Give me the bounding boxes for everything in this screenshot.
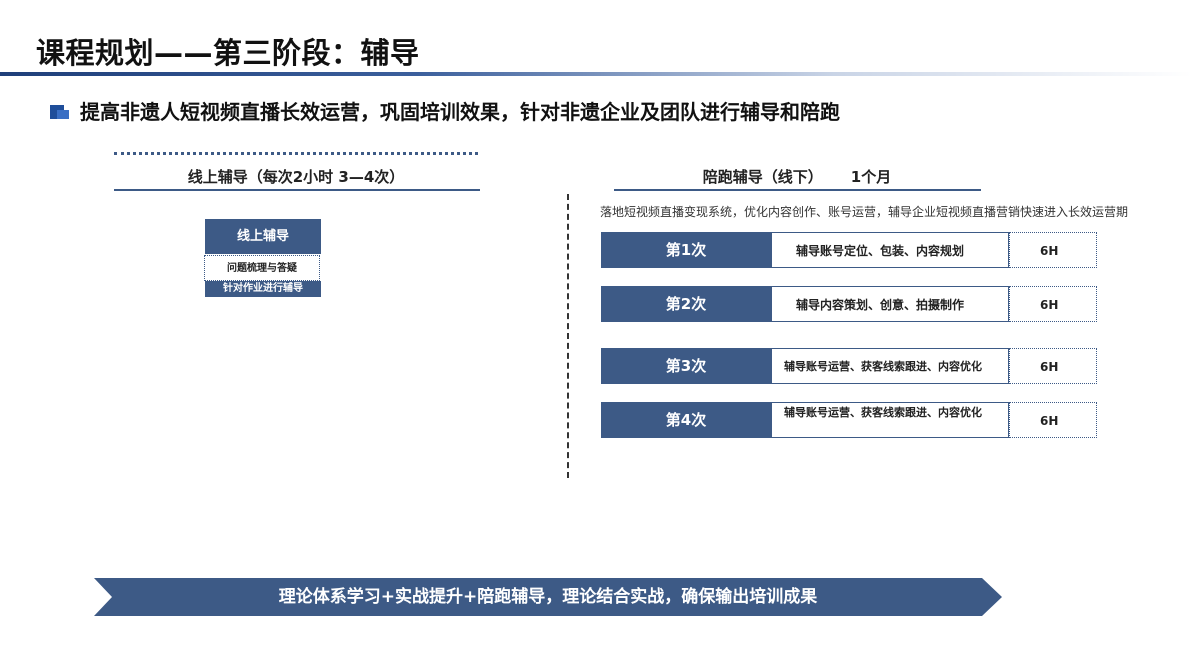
online-coaching-item: 针对作业进行辅导 xyxy=(205,281,321,297)
session-number: 第1次 xyxy=(601,232,771,268)
offline-coaching-description: 落地短视频直播变现系统，优化内容创作、账号运营，辅导企业短视频直播营销快速进入长… xyxy=(600,205,1129,219)
section-divider xyxy=(567,194,569,478)
session-hours: 6H xyxy=(1009,348,1097,384)
online-coaching-box-title: 线上辅导 xyxy=(205,219,321,254)
session-content: 辅导账号运营、获客线索跟进、内容优化 xyxy=(771,402,1009,438)
session-content: 辅导账号运营、获客线索跟进、内容优化 xyxy=(771,348,1009,384)
session-number: 第2次 xyxy=(601,286,771,322)
online-coaching-label: 线上辅导（每次2小时 3—4次） xyxy=(187,168,405,186)
left-dotted-rule xyxy=(114,152,478,155)
summary-banner: 理论体系学习+实战提升+陪跑辅导，理论结合实战，确保输出培训成果 xyxy=(94,578,1002,616)
page-title: 课程规划——第三阶段：辅导 xyxy=(36,36,420,70)
session-number: 第3次 xyxy=(601,348,771,384)
session-hours: 6H xyxy=(1009,232,1097,268)
session-content: 辅导账号定位、包装、内容规划 xyxy=(771,232,1009,268)
offline-coaching-duration: 1个月 xyxy=(850,168,892,186)
session-content: 辅导内容策划、创意、拍摄制作 xyxy=(771,286,1009,322)
right-section-rule xyxy=(614,189,981,191)
online-coaching-item: 问题梳理与答疑 xyxy=(204,255,320,281)
square-bullet-icon xyxy=(50,105,70,119)
offline-coaching-label: 陪跑辅导（线下） 1个月 xyxy=(614,166,980,187)
offline-coaching-label-main: 陪跑辅导（线下） xyxy=(702,168,823,186)
title-divider xyxy=(0,72,1192,76)
summary-banner-text: 理论体系学习+实战提升+陪跑辅导，理论结合实战，确保输出培训成果 xyxy=(278,587,818,607)
session-number: 第4次 xyxy=(601,402,771,438)
page-subtitle: 提高非遗人短视频直播长效运营，巩固培训效果，针对非遗企业及团队进行辅导和陪跑 xyxy=(80,100,840,124)
session-hours: 6H xyxy=(1009,402,1097,438)
left-section-rule xyxy=(114,189,480,191)
session-hours: 6H xyxy=(1009,286,1097,322)
